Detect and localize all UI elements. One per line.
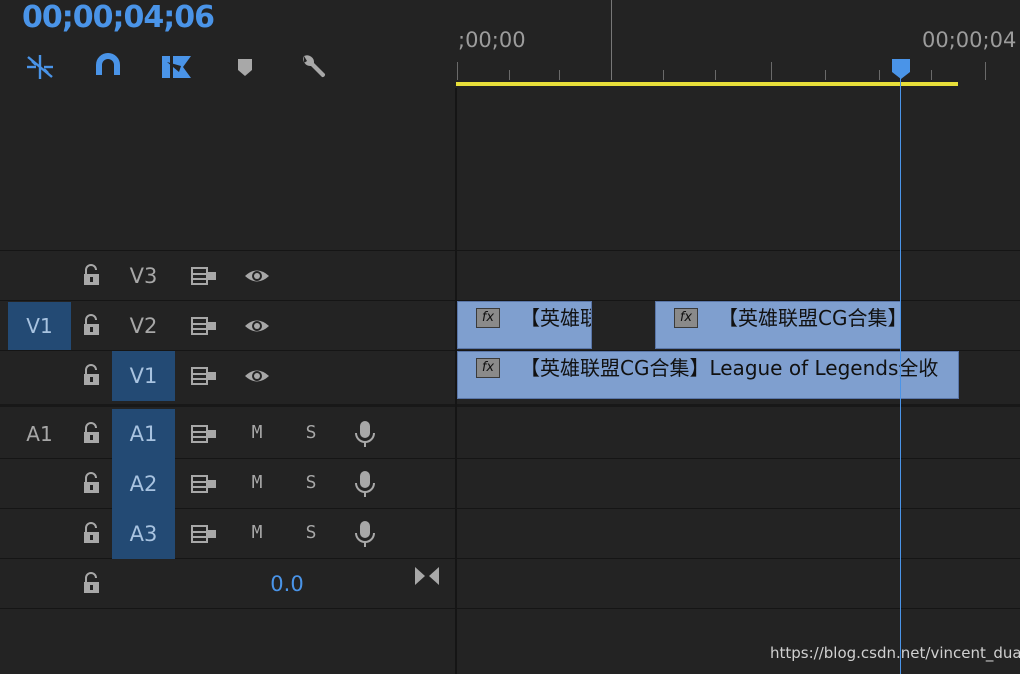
add-marker-icon [238, 59, 252, 76]
eye-visibility-icon[interactable] [243, 265, 271, 287]
timeline-settings-button[interactable] [296, 50, 330, 84]
solo-button[interactable]: S [296, 472, 326, 493]
clip-name: 【英雄联盟CG合集】League of Legends全收 [520, 356, 939, 380]
microphone-icon[interactable] [352, 469, 378, 499]
fx-badge[interactable]: fx [476, 358, 500, 378]
track-row-v3: V3 [0, 251, 455, 301]
sync-lock-icon[interactable] [191, 424, 217, 444]
clip-v2-b[interactable]: fx 【英雄联盟CG合集】 [655, 301, 901, 349]
clip-v2-a[interactable]: fx 【英雄联 [457, 301, 592, 349]
sync-lock-icon[interactable] [191, 366, 217, 386]
eye-visibility-icon[interactable] [243, 315, 271, 337]
microphone-icon[interactable] [352, 519, 378, 549]
source-patch-v1[interactable]: V1 [8, 302, 71, 350]
lock-open-icon[interactable] [80, 421, 104, 445]
microphone-icon[interactable] [352, 419, 378, 449]
track-target-v3[interactable]: V3 [112, 251, 175, 301]
nest-sequence-button[interactable] [23, 50, 57, 84]
sync-lock-icon[interactable] [191, 266, 217, 286]
mute-button[interactable]: M [242, 522, 272, 543]
fx-badge[interactable]: fx [476, 308, 500, 328]
go-to-in-out-icon[interactable] [413, 565, 441, 587]
sync-lock-icon[interactable] [191, 474, 217, 494]
clip-v1-a[interactable]: fx 【英雄联盟CG合集】League of Legends全收 [457, 351, 959, 399]
track-target-a3[interactable]: A3 [112, 509, 175, 559]
track-row-a1: A1 A1 M S [0, 409, 455, 459]
lock-open-icon[interactable] [80, 571, 104, 595]
snap-magnet-icon [96, 53, 120, 79]
clip-name: 【英雄联盟CG合集】 [718, 306, 901, 330]
track-target-a2[interactable]: A2 [112, 459, 175, 509]
lock-open-icon[interactable] [80, 263, 104, 287]
timeline-tracks-area[interactable]: fx 【英雄联 fx 【英雄联盟CG合集】 fx 【英雄联盟CG合集】Leagu… [455, 88, 1020, 674]
source-patch-empty[interactable] [8, 510, 71, 558]
fx-badge[interactable]: fx [674, 308, 698, 328]
time-ruler[interactable]: ;00;00 00;00;04 [455, 0, 1020, 88]
lock-open-icon[interactable] [80, 313, 104, 337]
track-row-v2: V1 V2 [0, 301, 455, 351]
lock-open-icon[interactable] [80, 471, 104, 495]
source-patch-a1[interactable]: A1 [8, 410, 71, 458]
mute-button[interactable]: M [242, 472, 272, 493]
playhead-timecode[interactable]: 00;00;04;06 [22, 0, 215, 35]
source-patch-empty[interactable] [8, 352, 71, 400]
solo-button[interactable]: S [296, 422, 326, 443]
track-target-a1[interactable]: A1 [112, 409, 175, 459]
work-area-bar[interactable] [456, 82, 958, 86]
master-volume-value[interactable]: 0.0 [262, 572, 312, 596]
watermark-text: https://blog.csdn.net/vincent_duan [770, 644, 1020, 662]
track-row-a3: A3 M S [0, 509, 455, 559]
linked-selection-icon [162, 56, 191, 78]
add-marker-button[interactable] [228, 50, 262, 84]
ruler-end-label: 00;00;04 [922, 28, 1017, 52]
track-target-v1[interactable]: V1 [112, 351, 175, 401]
nest-icon [27, 55, 53, 79]
lock-open-icon[interactable] [80, 521, 104, 545]
track-headers-panel: V3 V1 V2 V1 A1 A1 M S A2 M S A3 M S [0, 88, 455, 674]
sync-lock-icon[interactable] [191, 316, 217, 336]
wrench-settings-icon [303, 55, 326, 78]
lock-open-icon[interactable] [80, 363, 104, 387]
source-patch-empty[interactable] [8, 460, 71, 508]
eye-visibility-icon[interactable] [243, 365, 271, 387]
clip-name: 【英雄联 [520, 306, 592, 330]
snap-button[interactable] [91, 50, 125, 84]
ruler-start-label: ;00;00 [458, 28, 526, 52]
playhead-handle-icon[interactable] [891, 58, 911, 80]
playhead-line[interactable] [900, 60, 901, 674]
solo-button[interactable]: S [296, 522, 326, 543]
track-row-a2: A2 M S [0, 459, 455, 509]
track-target-v2[interactable]: V2 [112, 301, 175, 351]
linked-selection-button[interactable] [159, 50, 193, 84]
track-row-master [0, 559, 455, 609]
track-row-v1: V1 [0, 351, 455, 401]
mute-button[interactable]: M [242, 422, 272, 443]
sync-lock-icon[interactable] [191, 524, 217, 544]
source-patch-v3[interactable] [8, 252, 71, 300]
